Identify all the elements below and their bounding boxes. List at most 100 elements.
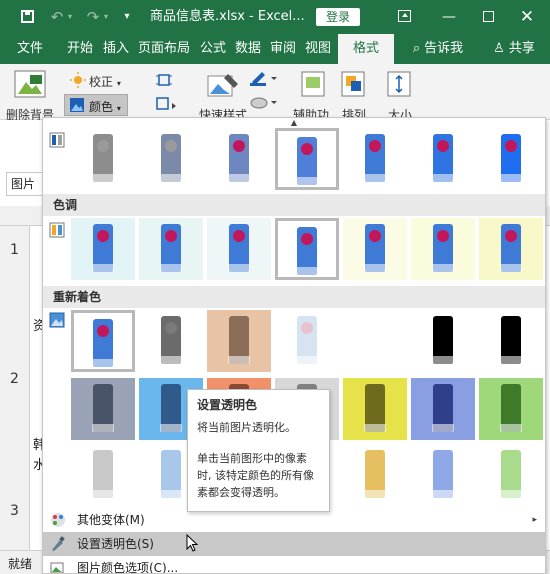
recolor-thumbnail[interactable] — [479, 444, 543, 506]
undo-dropdown-icon[interactable]: ▾ — [66, 0, 74, 34]
recolor-thumbnail[interactable] — [343, 378, 407, 440]
name-box[interactable]: 图片 — [6, 172, 46, 196]
recolor-thumbnail[interactable] — [71, 378, 135, 440]
tab-view[interactable]: 视图 — [301, 34, 335, 64]
compress-pictures-icon[interactable] — [156, 72, 172, 88]
ribbon-format: 删除背景 校正 ▾ 颜色 ▾ 快速样式 辅助功 排列 大小 — [0, 64, 550, 122]
tab-formulas[interactable]: 公式 — [196, 34, 230, 64]
tab-review[interactable]: 审阅 — [266, 34, 300, 64]
picture-color-options-label: 图片颜色选项(C)... — [77, 561, 179, 574]
saturation-thumbnail[interactable] — [139, 128, 203, 190]
redo-icon[interactable]: ↷ — [84, 0, 102, 34]
recolor-thumbnail[interactable] — [411, 444, 475, 506]
more-variations-label: 其他变体(M) — [77, 513, 145, 527]
set-transparent-color-item[interactable]: 设置透明色(S) — [43, 532, 545, 556]
arrange-icon[interactable] — [340, 70, 368, 100]
recolor-thumbnail[interactable] — [343, 310, 407, 372]
ribbon-display-options-icon[interactable] — [393, 0, 415, 34]
tone-thumbnail[interactable] — [479, 218, 543, 280]
recolor-thumbnail[interactable] — [343, 444, 407, 506]
saturation-thumbnail[interactable] — [207, 128, 271, 190]
share-label: 共享 — [508, 41, 535, 56]
recolor-thumbnail[interactable] — [275, 310, 339, 372]
remove-background-icon[interactable] — [14, 70, 48, 100]
redo-dropdown-icon[interactable]: ▾ — [102, 0, 110, 34]
tab-page-layout[interactable]: 页面布局 — [134, 34, 194, 64]
recolor-thumbnail[interactable] — [411, 310, 475, 372]
close-icon[interactable]: ✕ — [516, 0, 538, 34]
tone-icon — [49, 222, 65, 238]
product-tube-thumbnail — [296, 316, 318, 364]
product-tube-thumbnail — [364, 134, 386, 182]
recolor-thumbnail[interactable] — [207, 310, 271, 372]
product-tube-thumbnail — [92, 319, 114, 367]
picture-border-icon[interactable] — [250, 70, 280, 86]
recolor-thumbnail[interactable] — [479, 378, 543, 440]
product-tube-thumbnail — [160, 450, 182, 498]
row-header-1[interactable]: 1 — [0, 226, 30, 306]
undo-icon[interactable]: ↶ — [48, 0, 66, 34]
transparent-color-pen-icon — [52, 536, 65, 551]
tab-data[interactable]: 数据 — [231, 34, 265, 64]
alt-text-icon[interactable] — [300, 70, 328, 100]
corrections-label[interactable]: 校正 ▾ — [89, 73, 121, 90]
tone-thumbnail[interactable] — [275, 218, 339, 280]
product-tube-thumbnail — [228, 316, 250, 364]
tell-me-search[interactable]: ⌕ 告诉我 — [400, 34, 476, 64]
submenu-arrow-icon: ▸ — [532, 515, 537, 525]
corrections-icon[interactable] — [70, 72, 86, 88]
saturation-thumbnail[interactable] — [343, 128, 407, 190]
tab-home[interactable]: 开始 — [62, 34, 98, 64]
row-header-2[interactable]: 2 — [0, 306, 30, 502]
color-button[interactable]: 颜色 ▾ — [64, 94, 128, 116]
tone-thumbnail[interactable] — [411, 218, 475, 280]
product-tube-thumbnail — [228, 134, 250, 182]
picture-effects-icon[interactable] — [250, 94, 280, 110]
tone-thumbnail[interactable] — [139, 218, 203, 280]
quick-styles-icon[interactable] — [206, 70, 240, 104]
product-tube-thumbnail — [296, 137, 318, 185]
tab-file[interactable]: 文件 — [6, 34, 54, 64]
search-icon: ⌕ — [412, 41, 421, 56]
row-header-3[interactable]: 3 — [0, 502, 30, 550]
product-tube-thumbnail — [432, 384, 454, 432]
tone-thumbnail[interactable] — [71, 218, 135, 280]
recolor-thumbnail[interactable] — [479, 310, 543, 372]
recolor-thumbnail[interactable] — [411, 378, 475, 440]
tone-thumbnail[interactable] — [343, 218, 407, 280]
section-header-recolor: 重新着色 — [43, 286, 545, 308]
tell-me-label: 告诉我 — [424, 41, 464, 56]
recolor-thumbnail[interactable] — [71, 310, 135, 372]
status-text: 就绪 — [8, 557, 33, 571]
saturation-thumbnail[interactable] — [275, 128, 339, 190]
customize-qat-icon[interactable]: ▾ — [120, 0, 134, 34]
product-tube-thumbnail — [160, 316, 182, 364]
minimize-icon[interactable]: — — [438, 0, 460, 34]
saturation-thumbnail[interactable] — [71, 128, 135, 190]
saturation-thumbnail[interactable] — [479, 128, 543, 190]
recolor-icon — [49, 312, 65, 328]
product-tube-thumbnail — [500, 224, 522, 272]
recolor-thumbnail[interactable] — [71, 444, 135, 506]
document-title: 商品信息表.xlsx - Excel... — [150, 9, 305, 24]
change-picture-icon[interactable] — [156, 96, 180, 112]
product-tube-thumbnail — [228, 224, 250, 272]
saturation-thumbnail[interactable] — [411, 128, 475, 190]
product-tube-thumbnail — [500, 134, 522, 182]
login-button[interactable]: 登录 — [316, 8, 360, 26]
picture-color-options-icon — [50, 562, 64, 573]
size-icon[interactable] — [386, 70, 414, 100]
share-button[interactable]: ♙ 共享 — [484, 34, 544, 64]
gallery-scroll-up[interactable]: ▲ — [43, 118, 545, 128]
product-tube-thumbnail — [432, 450, 454, 498]
maximize-icon[interactable] — [478, 0, 500, 34]
picture-color-options-item[interactable]: 图片颜色选项(C)... — [43, 556, 545, 574]
recolor-thumbnail[interactable] — [139, 310, 203, 372]
tone-thumbnail[interactable] — [207, 218, 271, 280]
tab-format[interactable]: 格式 — [338, 34, 394, 64]
tab-insert[interactable]: 插入 — [99, 34, 133, 64]
palette-icon — [51, 513, 65, 527]
product-tube-thumbnail — [432, 224, 454, 272]
save-icon[interactable] — [18, 0, 36, 34]
product-tube-thumbnail — [92, 134, 114, 182]
